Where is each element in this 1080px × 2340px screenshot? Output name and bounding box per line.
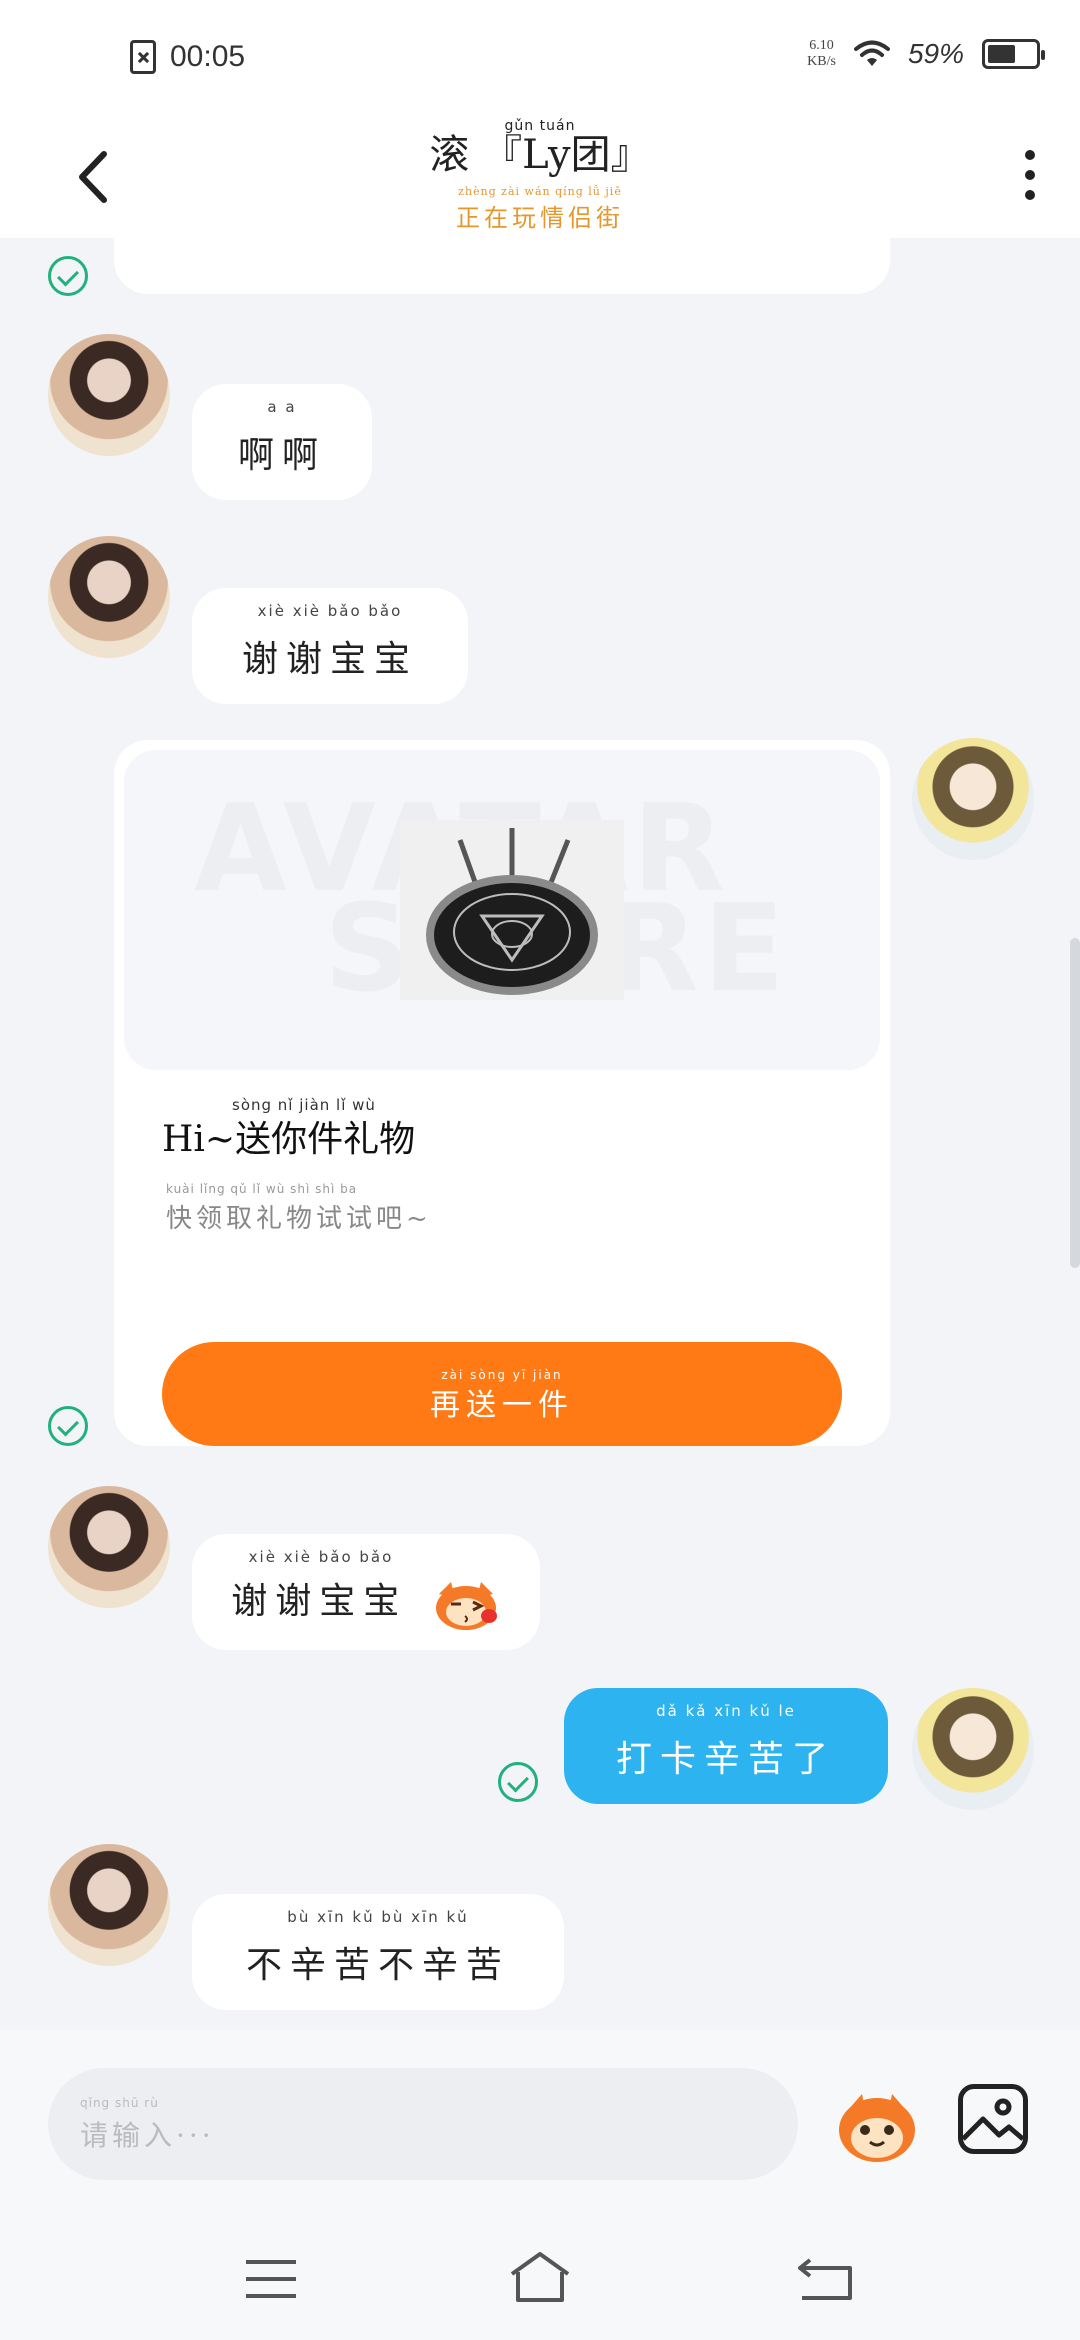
partner-avatar[interactable] (48, 1486, 170, 1608)
message-pinyin: xiè xiè bǎo bǎo (248, 1548, 394, 1566)
button-pinyin: zài sòng yī jiàn (441, 1368, 563, 1382)
battery-fill (988, 45, 1016, 63)
message-pinyin: a a (267, 398, 297, 416)
message-text-wrap: 谢谢宝宝 (231, 1572, 500, 1632)
message-pinyin: bù xīn kǔ bù xīn kǔ (287, 1908, 469, 1926)
message-input[interactable]: qǐng shū rù 请输入··· (48, 2068, 798, 2180)
chat-subtitle: zhèng zài wán qíng lǚ jiē 正在玩情侣街 (0, 186, 1080, 233)
my-message-bubble[interactable]: dǎ kǎ xīn kǔ le 打卡辛苦了 (564, 1688, 888, 1804)
subtitle-pinyin: zhèng zài wán qíng lǚ jiē (458, 185, 622, 198)
message-pinyin: xiè xiè bǎo bǎo (257, 602, 403, 620)
chat-header: gǔn tuán 滚 『Ly团』 zhèng zài wán qíng lǚ j… (0, 118, 1080, 238)
send-another-button[interactable]: zài sòng yī jiàn 再送一件 (162, 1342, 842, 1446)
message-bubble[interactable]: xiè xiè bǎo bǎo 谢谢宝宝 (192, 588, 468, 704)
message-bubble[interactable]: a a 啊啊 (192, 384, 372, 500)
gift-desc-pinyin: kuài lǐng qǔ lǐ wù shì shì ba (166, 1182, 358, 1196)
status-left: 00:05 (130, 40, 245, 74)
wifi-icon (853, 40, 890, 66)
system-nav-bar (0, 2220, 1080, 2340)
input-placeholder-pinyin: qǐng shū rù (80, 2096, 159, 2110)
menu-icon[interactable] (244, 2258, 298, 2300)
chat-title: 滚 『Ly团』 (429, 132, 651, 178)
kiss-emoji-icon (435, 1582, 497, 1630)
message-text: 谢谢宝宝 (241, 639, 418, 680)
my-avatar[interactable] (912, 1688, 1034, 1810)
emoji-mascot-icon[interactable] (832, 2086, 922, 2166)
message-pinyin: dǎ kǎ xīn kǔ le (656, 1702, 796, 1720)
sent-check-icon (48, 256, 88, 296)
more-vertical-icon[interactable] (1010, 140, 1050, 210)
message-bubble[interactable]: bù xīn kǔ bù xīn kǔ 不辛苦不辛苦 (192, 1894, 564, 2010)
scrollbar[interactable] (1070, 938, 1080, 1268)
message-text: 谢谢宝宝 (231, 1581, 408, 1622)
button-label: 再送一件 (430, 1388, 574, 1423)
net-speed: 6.10 KB/s (807, 38, 836, 70)
status-bar: 00:05 6.10 KB/s 59% (0, 0, 1080, 118)
sim-error-icon (130, 40, 156, 74)
battery-percent: 59% (907, 38, 964, 69)
image-icon[interactable] (958, 2084, 1028, 2154)
seal-icon (400, 820, 624, 1000)
subtitle-text: 正在玩情侣街 (456, 204, 624, 232)
my-avatar[interactable] (912, 738, 1034, 860)
message-text: 啊啊 (237, 435, 326, 476)
gift-card[interactable]: AVATAR STORE sòng nǐ jiàn lǐ wù Hi~送你件礼物… (114, 740, 890, 1446)
gift-image: AVATAR STORE (124, 750, 880, 1070)
home-icon[interactable] (508, 2250, 572, 2304)
message-text: 打卡辛苦了 (615, 1739, 836, 1780)
sent-check-icon (48, 1406, 88, 1446)
message-bubble[interactable]: xiè xiè bǎo bǎo 谢谢宝宝 (192, 1534, 540, 1650)
status-time: 00:05 (170, 40, 246, 73)
partner-avatar[interactable] (48, 334, 170, 456)
sent-check-icon (498, 1762, 538, 1802)
net-speed-value: 6.10 (809, 38, 834, 53)
input-bar: qǐng shū rù 请输入··· (0, 2030, 1080, 2220)
status-right: 6.10 KB/s 59% (807, 38, 1045, 70)
partner-avatar[interactable] (48, 536, 170, 658)
partner-avatar[interactable] (48, 1844, 170, 1966)
previous-message-bubble (114, 238, 890, 294)
gift-description: 快领取礼物试试吧~ (166, 1204, 432, 1234)
back-icon[interactable] (796, 2256, 854, 2302)
net-speed-unit: KB/s (807, 54, 836, 69)
message-text: 不辛苦不辛苦 (245, 1945, 510, 1986)
battery-icon (982, 39, 1045, 69)
chat-area[interactable]: a a 啊啊 xiè xiè bǎo bǎo 谢谢宝宝 AVATAR STORE (0, 238, 1080, 2030)
input-placeholder: 请输入··· (80, 2119, 215, 2152)
gift-title: Hi~送你件礼物 (162, 1119, 416, 1160)
